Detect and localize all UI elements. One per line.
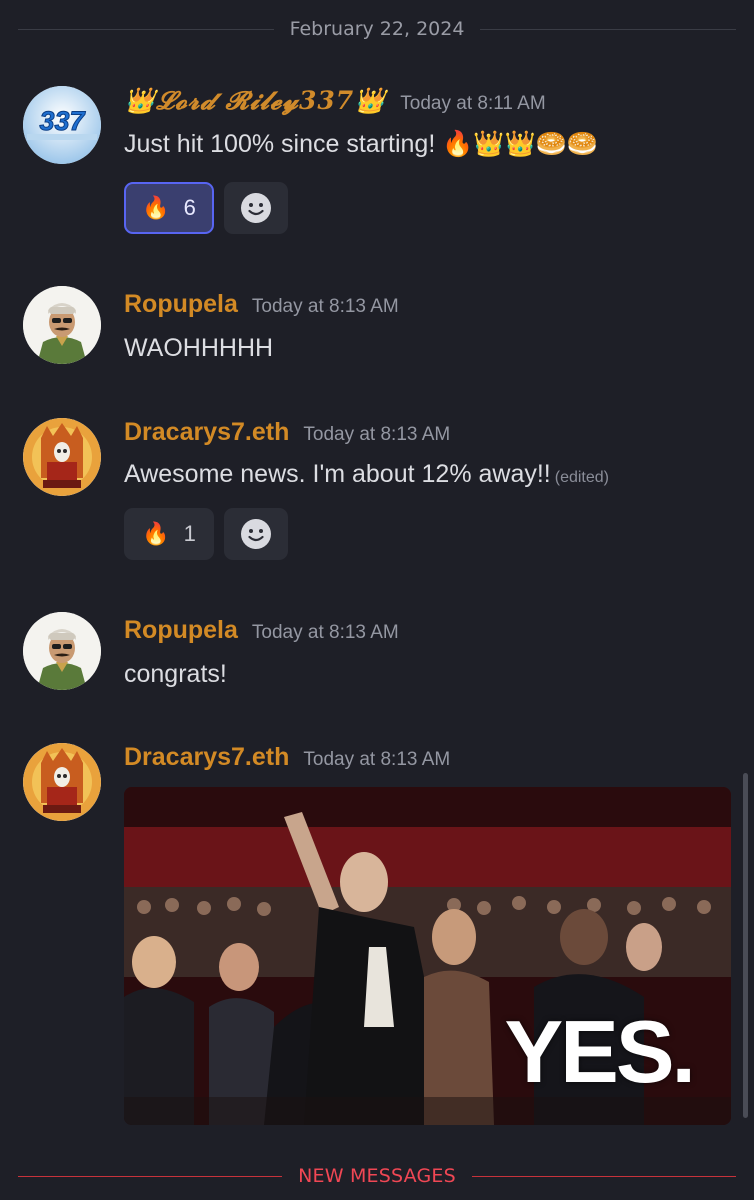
author-name[interactable]: Dracarys7.eth xyxy=(124,743,289,772)
date-divider: February 22, 2024 xyxy=(18,16,736,42)
divider-line xyxy=(18,28,274,30)
avatar-337-text: 337 xyxy=(39,106,86,136)
scrollbar[interactable] xyxy=(743,773,748,1118)
message-header: Ropupela Today at 8:13 AM xyxy=(124,290,399,319)
user-avatar[interactable] xyxy=(23,743,101,821)
gif-attachment[interactable]: YES. xyxy=(124,787,731,1125)
timestamp: Today at 8:13 AM xyxy=(251,622,399,643)
gif-caption: YES. xyxy=(504,1002,696,1101)
message-header: Dracarys7.eth Today at 8:13 AM xyxy=(124,743,450,772)
message-text: Just hit 100% since starting! 🔥👑👑🥯🥯 xyxy=(124,130,598,158)
timestamp: Today at 8:13 AM xyxy=(251,296,399,317)
timestamp: Today at 8:13 AM xyxy=(303,424,451,445)
edited-label: (edited) xyxy=(554,469,609,486)
reaction-count: 1 xyxy=(183,521,196,546)
divider-line xyxy=(18,1175,283,1177)
add-reaction-button[interactable] xyxy=(224,508,288,560)
smiley-face-icon xyxy=(241,193,271,223)
author-name[interactable]: 👑𝓛𝓸𝓻𝓭 𝓡𝓲𝓵𝓮𝔂337👑 xyxy=(124,86,386,116)
smiley-face-icon xyxy=(241,519,271,549)
user-avatar[interactable]: 337 xyxy=(23,86,101,164)
reaction-bar: 🔥 1 xyxy=(124,508,288,560)
date-label: February 22, 2024 xyxy=(289,18,465,40)
message-text: congrats! xyxy=(124,660,227,688)
reaction-bar: 🔥 6 xyxy=(124,182,288,234)
message-header: 👑𝓛𝓸𝓻𝓭 𝓡𝓲𝓵𝓮𝔂337👑 Today at 8:11 AM xyxy=(124,86,546,116)
author-name[interactable]: Dracarys7.eth xyxy=(124,418,289,447)
new-messages-divider: NEW MESSAGES xyxy=(18,1162,736,1190)
fire-emoji: 🔥 xyxy=(142,521,170,546)
timestamp: Today at 8:11 AM xyxy=(400,93,546,114)
message-header: Dracarys7.eth Today at 8:13 AM xyxy=(124,418,450,447)
author-name[interactable]: Ropupela xyxy=(124,290,238,319)
add-reaction-button[interactable] xyxy=(224,182,288,234)
divider-line xyxy=(480,28,736,30)
author-name[interactable]: Ropupela xyxy=(124,616,238,645)
reaction-count: 6 xyxy=(183,195,196,220)
new-messages-label: NEW MESSAGES xyxy=(298,1165,456,1187)
timestamp: Today at 8:13 AM xyxy=(303,749,451,770)
reaction-fire[interactable]: 🔥 1 xyxy=(124,508,214,560)
message-text: Awesome news. I'm about 12% away!! (edite… xyxy=(124,460,609,489)
message-header: Ropupela Today at 8:13 AM xyxy=(124,616,399,645)
user-avatar[interactable] xyxy=(23,418,101,496)
message-text: WAOHHHHH xyxy=(124,334,274,362)
message-text-body: Awesome news. I'm about 12% away!! xyxy=(124,460,551,488)
reaction-fire[interactable]: 🔥 6 xyxy=(124,182,214,234)
divider-line xyxy=(471,1175,736,1177)
user-avatar[interactable] xyxy=(23,286,101,364)
user-avatar[interactable] xyxy=(23,612,101,690)
fire-emoji: 🔥 xyxy=(142,195,170,220)
